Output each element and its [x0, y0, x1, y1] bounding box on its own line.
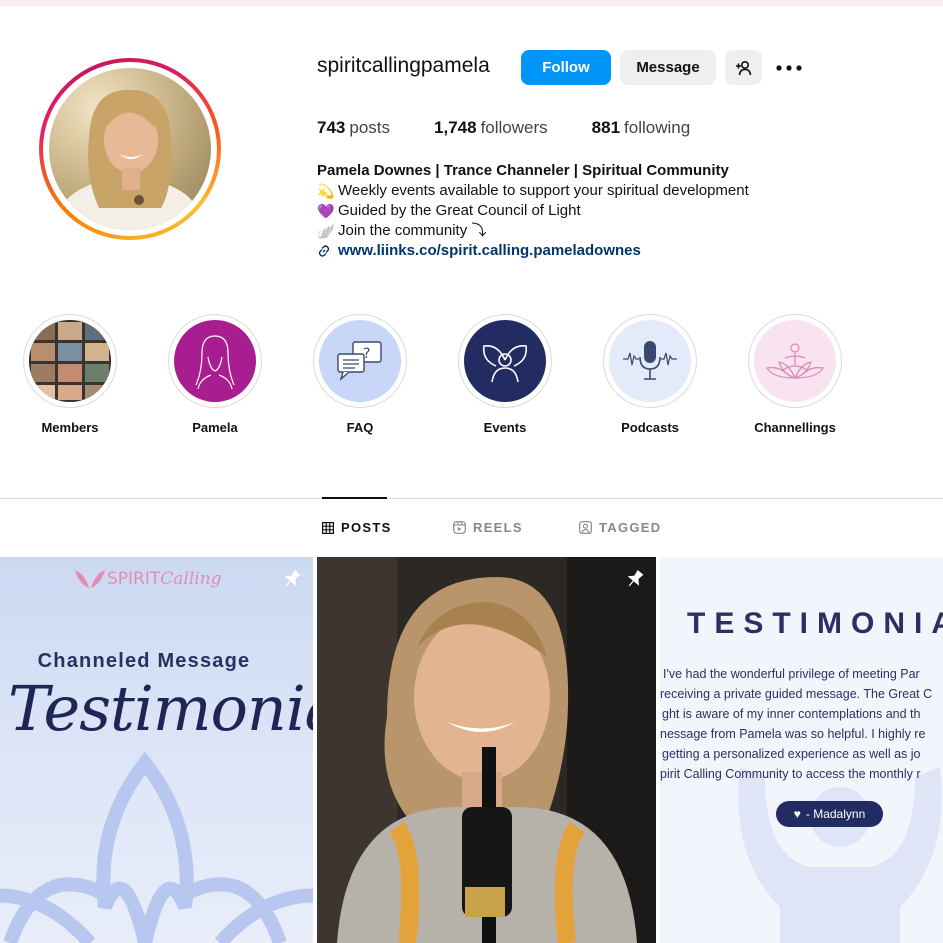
- username: spiritcallingpamela: [317, 54, 490, 77]
- tagged-icon: [579, 521, 592, 534]
- profile-avatar[interactable]: [39, 58, 221, 240]
- profile-bio: Pamela Downes | Trance Channeler | Spiri…: [317, 161, 749, 261]
- tab-reels[interactable]: REELS: [453, 520, 523, 535]
- more-options-button[interactable]: [770, 54, 808, 82]
- add-user-icon: [735, 60, 751, 75]
- tab-posts[interactable]: POSTS: [322, 520, 392, 535]
- bio-line: 💫 Weekly events available to support your…: [317, 182, 749, 199]
- profile-stats: 743 posts 1,748 followers 881 following: [317, 118, 734, 138]
- highlight-pamela[interactable]: Pamela: [155, 314, 275, 435]
- highlight-podcasts[interactable]: Podcasts: [590, 314, 710, 435]
- lotus-graphic: [0, 751, 313, 943]
- heart-icon: ♥: [793, 807, 801, 821]
- podcast-photo: [317, 557, 656, 943]
- lotus-meditation-icon: [754, 320, 836, 402]
- bio-link[interactable]: www.liinks.co/spirit.calling.pameladowne…: [317, 241, 749, 261]
- active-tab-indicator: [322, 497, 387, 499]
- purple-heart-icon: 💜: [317, 203, 335, 219]
- post-subtitle: Channeled Message: [37, 650, 251, 672]
- highlight-channellings[interactable]: Channellings: [735, 314, 855, 435]
- sparkle-icon: 💫: [317, 183, 335, 199]
- highlight-members[interactable]: Members: [10, 314, 130, 435]
- testimonial-quote: I've had the wonderful privilege of meet…: [660, 667, 933, 781]
- tab-tagged[interactable]: TAGGED: [579, 520, 661, 535]
- pin-icon: [284, 570, 301, 587]
- members-collage: [29, 320, 111, 402]
- pamela-silhouette-icon: [174, 320, 256, 402]
- highlight-events[interactable]: Events: [445, 314, 565, 435]
- tabs-divider: [0, 498, 943, 499]
- wing-icon: 🪽: [317, 223, 335, 239]
- following-stat[interactable]: 881 following: [592, 118, 691, 138]
- highlight-faq[interactable]: ? FAQ: [300, 314, 420, 435]
- profile-page: spiritcallingpamela Follow Message 743 po…: [0, 0, 943, 943]
- author-badge: ♥ - Madalynn: [776, 801, 883, 827]
- bio-line: 💜 Guided by the Great Council of Light: [317, 202, 581, 219]
- top-bar: [0, 0, 943, 6]
- post-testimonial-card[interactable]: SPIRITCalling Channeled Message Testimon…: [0, 557, 313, 943]
- followers-stat[interactable]: 1,748 followers: [434, 118, 548, 138]
- suggest-users-button[interactable]: [725, 50, 762, 85]
- wings-logo-icon: [75, 570, 105, 588]
- spirit-calling-logo: SPIRITCalling: [73, 568, 222, 590]
- posts-stat: 743 posts: [317, 118, 391, 137]
- pin-icon: [627, 570, 644, 587]
- post-podcast-video[interactable]: [317, 557, 656, 943]
- more-dots-icon: [776, 65, 802, 71]
- bio-line: 🪽 Join the community ⤵: [317, 222, 487, 239]
- grid-icon: [322, 521, 334, 534]
- link-icon: [318, 245, 330, 257]
- events-angel-icon: [464, 320, 546, 402]
- post-title: Testimonial: [8, 672, 313, 745]
- post-title: TESTIMONIA: [687, 607, 943, 640]
- microphone-icon: [609, 320, 691, 402]
- reels-icon: [453, 521, 466, 534]
- post-testimonial-quote[interactable]: TESTIMONIA I've had the wonderful privil…: [660, 557, 943, 943]
- faq-chat-icon: ?: [319, 320, 401, 402]
- bio-name: Pamela Downes | Trance Channeler | Spiri…: [317, 162, 729, 179]
- message-button[interactable]: Message: [620, 50, 716, 85]
- follow-button[interactable]: Follow: [521, 50, 611, 85]
- avatar-photo: [49, 68, 211, 230]
